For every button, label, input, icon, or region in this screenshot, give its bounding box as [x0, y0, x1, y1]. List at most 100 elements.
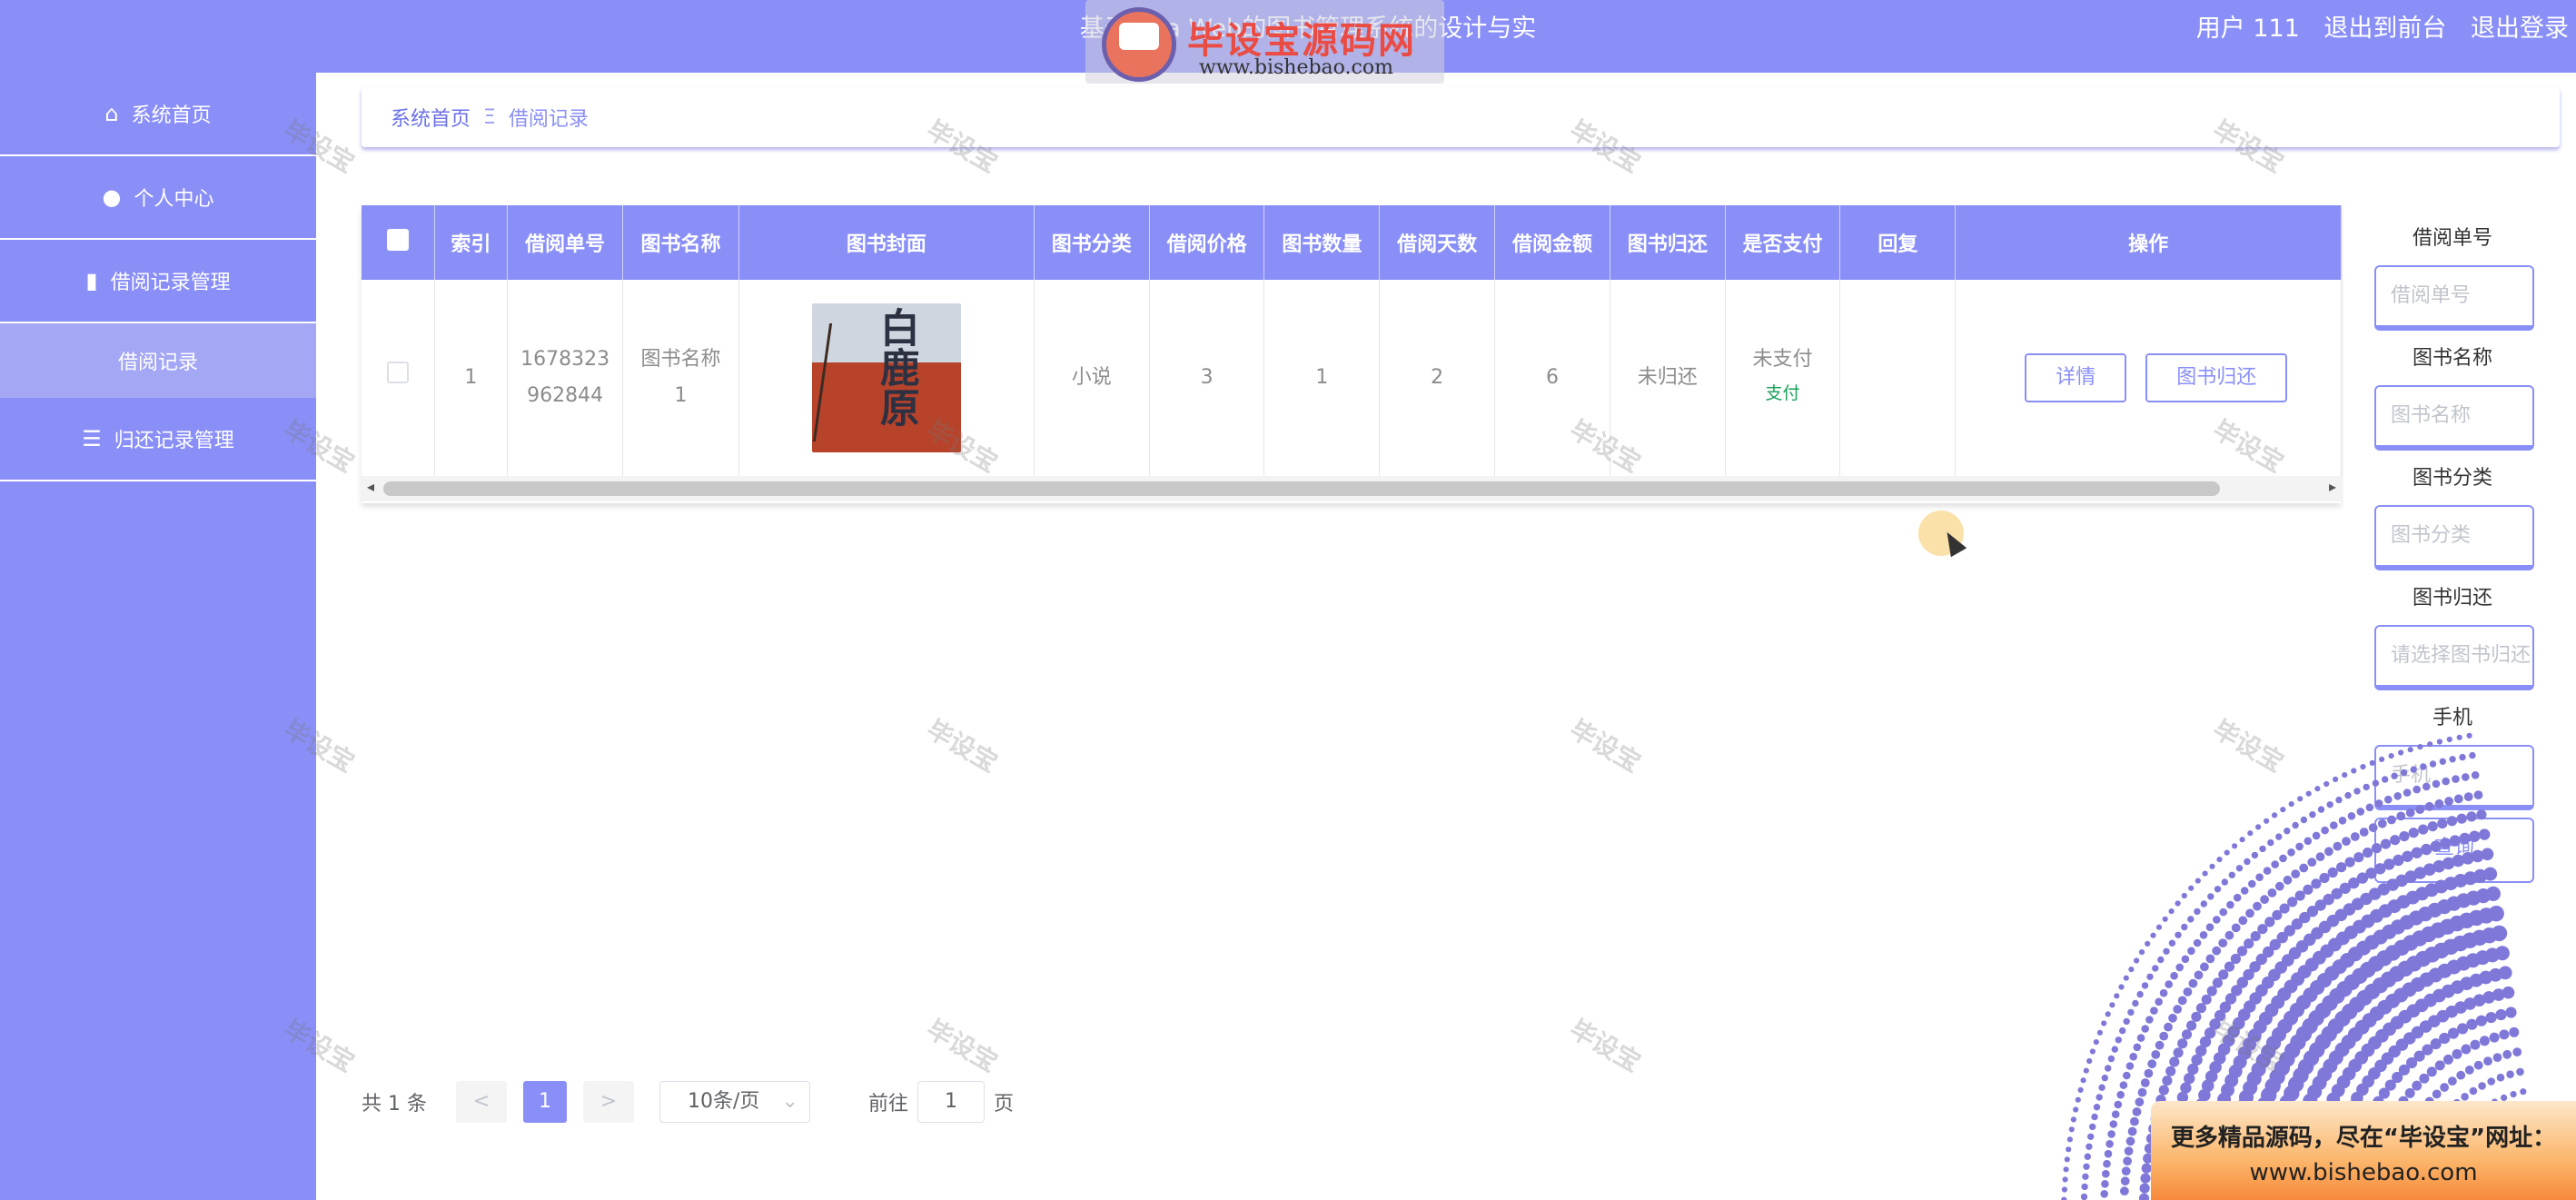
dot [2478, 1082, 2486, 1090]
dot [2200, 900, 2207, 907]
dot [2464, 1066, 2474, 1075]
dot [2449, 756, 2456, 763]
search-label-category: 图书分类 [2412, 467, 2492, 490]
dot [2104, 1149, 2113, 1158]
dot [2487, 1077, 2495, 1086]
dot [2387, 815, 2396, 825]
dot [2066, 1146, 2072, 1153]
dot [2463, 792, 2473, 801]
dot [2429, 760, 2437, 768]
dot [2186, 1020, 2197, 1031]
dot [2489, 1032, 2500, 1043]
dot [2159, 988, 2168, 997]
column-header: 图书数量 [1263, 205, 1381, 280]
dot [2145, 940, 2151, 947]
scroll-right-icon[interactable]: ▸ [2329, 478, 2336, 495]
column-header: 索引 [434, 205, 509, 280]
dot [2187, 916, 2195, 923]
category-input[interactable]: 图书分类 [2374, 505, 2534, 570]
sidebar-item-home[interactable]: ⌂ 系统首页 [0, 73, 316, 156]
dot [2299, 863, 2309, 873]
dot [2271, 860, 2279, 868]
return-book-button[interactable]: 图书归还 [2145, 352, 2288, 402]
select-all-header[interactable] [362, 205, 435, 280]
dot [2510, 1091, 2517, 1098]
dot [2145, 1016, 2154, 1024]
dot [2221, 878, 2228, 886]
promo-line-2: www.bishebao.com [2249, 1159, 2478, 1186]
dot [2360, 764, 2366, 770]
dot [2501, 1094, 2508, 1101]
dot [2350, 832, 2360, 841]
dot [2470, 1039, 2481, 1050]
dot [2212, 946, 2222, 956]
dot [2440, 1083, 2449, 1092]
dot [2388, 753, 2394, 759]
sidebar-item-borrow-management[interactable]: ▮ 借阅记录管理 [0, 240, 316, 323]
dot [2390, 835, 2401, 846]
dot [2169, 1056, 2180, 1067]
dot [2418, 824, 2429, 835]
logout-link[interactable]: 退出登录 [2471, 15, 2569, 43]
dot [2336, 862, 2347, 873]
dot [2086, 1143, 2093, 1150]
dot [2146, 973, 2154, 980]
dot [2124, 1146, 2134, 1156]
dot [2061, 1196, 2067, 1200]
row-checkbox[interactable] [386, 361, 409, 383]
sidebar-item-profile[interactable]: ● 个人中心 [0, 156, 316, 240]
dot [2379, 756, 2385, 762]
pay-link[interactable]: 支付 [1766, 383, 1800, 403]
dot [2209, 863, 2215, 869]
goto-page-input[interactable]: 1 [917, 1081, 985, 1123]
cell-category: 小说 [1034, 280, 1150, 477]
dot [2440, 838, 2452, 849]
dot [2424, 801, 2434, 811]
horizontal-scrollbar[interactable]: ◂ ▸ [362, 476, 2342, 501]
detail-button[interactable]: 详情 [2025, 352, 2127, 402]
row-select-cell[interactable] [362, 280, 435, 477]
prev-page-button[interactable]: < [455, 1081, 507, 1123]
dot [2226, 900, 2234, 909]
dot [2264, 818, 2270, 824]
dot [2505, 1007, 2517, 1018]
dot [2119, 1026, 2126, 1035]
dot [2446, 736, 2452, 743]
back-to-front-link[interactable]: 退出到前台 [2323, 15, 2446, 43]
dot [2212, 977, 2223, 988]
list-icon: ☰ [82, 426, 102, 451]
dot [2109, 1120, 2118, 1128]
dot [2300, 816, 2308, 824]
next-page-button[interactable]: > [582, 1081, 634, 1123]
pay-status: 未支付 [1752, 347, 1813, 371]
page-size-select[interactable]: 10条/页 ⌄ [659, 1081, 810, 1123]
dot [2125, 1136, 2135, 1146]
dot [2111, 1046, 2118, 1053]
order-no-input[interactable]: 借阅单号 [2374, 265, 2534, 331]
cell-index: 1 [434, 280, 509, 477]
dot [2114, 993, 2120, 999]
dot [2107, 1055, 2115, 1063]
dot [2139, 1183, 2150, 1194]
breadcrumb-home[interactable]: 系统首页 [391, 103, 471, 132]
scrollbar-thumb[interactable] [383, 481, 2220, 496]
dot [2391, 772, 2398, 779]
dot [2061, 1186, 2067, 1193]
dot [2476, 809, 2487, 820]
book-name-input[interactable]: 图书名称 [2374, 385, 2534, 451]
dot [2175, 900, 2181, 907]
dot [2324, 847, 2333, 857]
cell-quantity: 1 [1263, 280, 1381, 477]
page-unit-label: 页 [994, 1093, 1015, 1116]
dot [2314, 786, 2321, 792]
dot [2216, 857, 2223, 863]
scroll-left-icon[interactable]: ◂ [367, 478, 374, 495]
sidebar-item-return-management[interactable]: ☰ 归还记录管理 [0, 398, 316, 481]
dot [2123, 1017, 2130, 1026]
select-all-checkbox[interactable] [386, 229, 409, 251]
dot [2201, 994, 2212, 1005]
dot [2127, 1008, 2135, 1017]
dot [2263, 867, 2272, 875]
page-number-1[interactable]: 1 [522, 1081, 567, 1123]
sidebar-item-borrow-records[interactable]: 借阅记录 [0, 323, 316, 398]
